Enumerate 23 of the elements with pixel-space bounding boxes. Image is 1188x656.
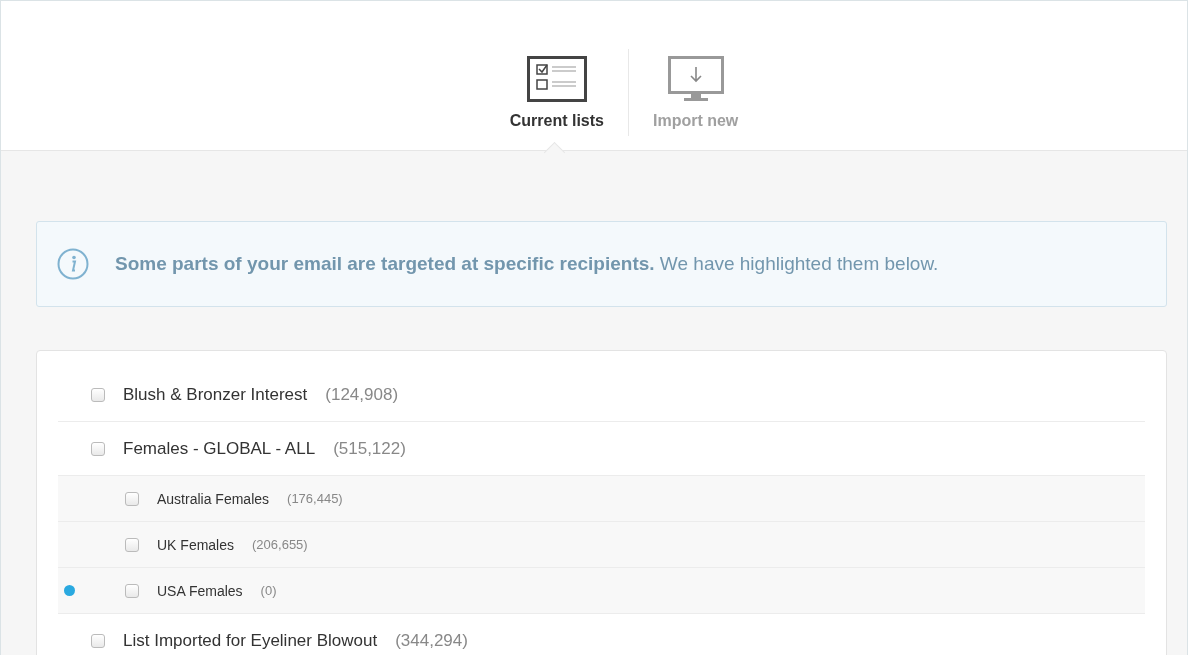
notice-text: Some parts of your email are targeted at specific recipients. We have highlighted them below. [115, 253, 939, 275]
checkbox[interactable] [125, 583, 139, 598]
checkbox[interactable] [125, 537, 139, 552]
list-name: UK Females [157, 536, 235, 553]
list-count: (124,908) [325, 384, 399, 405]
checklist-icon [526, 56, 587, 102]
monitor-download-icon [667, 56, 724, 102]
list-count: (176,445) [287, 491, 343, 506]
list-name: Australia Females [157, 490, 270, 507]
checkbox[interactable] [125, 491, 139, 506]
list-name: Females - GLOBAL - ALL [123, 438, 316, 459]
list-count: (344,294) [395, 630, 468, 651]
list-count: (515,122) [333, 438, 406, 459]
checkbox[interactable] [91, 441, 105, 456]
checkbox[interactable] [91, 633, 105, 648]
list-count: (206,655) [252, 537, 308, 552]
list-name: List Imported for Eyeliner Blowout [123, 630, 378, 651]
list-name: USA Females [157, 582, 243, 599]
tab[interactable]: Current lists [485, 1, 628, 150]
checkbox[interactable] [91, 387, 105, 402]
info-icon [57, 248, 89, 280]
list-name: Blush & Bronzer Interest [123, 384, 308, 405]
list-count: (0) [260, 583, 277, 598]
